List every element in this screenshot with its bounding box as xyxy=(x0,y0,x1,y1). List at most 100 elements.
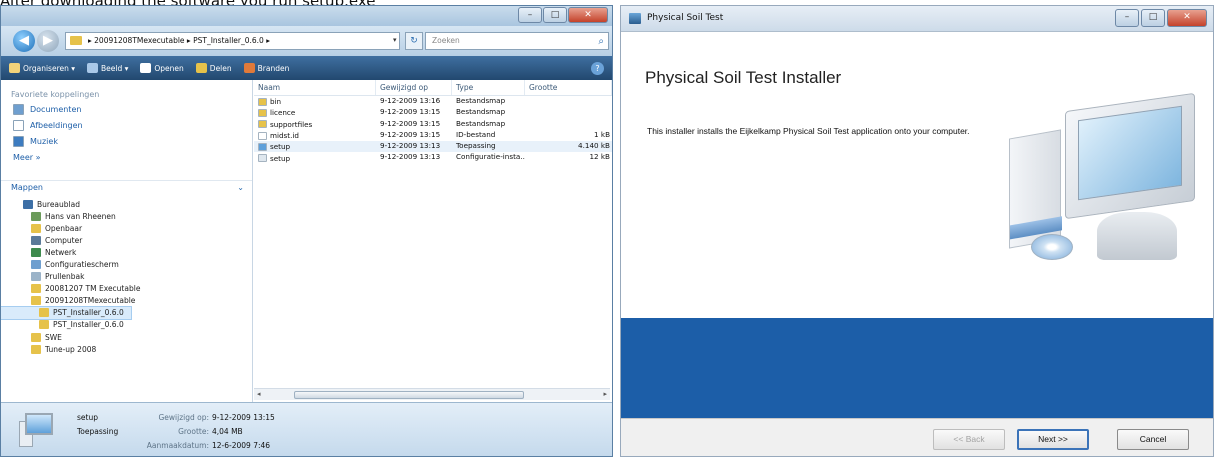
command-label: Delen xyxy=(209,63,232,73)
command-button[interactable]: Openen xyxy=(140,63,184,73)
cancel-button[interactable]: Cancel xyxy=(1117,429,1189,450)
close-button[interactable]: ✕ xyxy=(1167,9,1207,27)
tree-item[interactable]: Netwerk xyxy=(1,246,252,258)
file-name-cell: bin xyxy=(254,96,376,107)
favorite-link[interactable]: Documenten xyxy=(1,99,252,115)
explorer-titlebar[interactable]: – □ ✕ xyxy=(1,6,612,26)
details-created-value: 12-6-2009 7:46 xyxy=(212,441,271,450)
command-button[interactable]: Branden xyxy=(243,63,289,73)
command-button[interactable]: Beeld ▾ xyxy=(87,63,128,73)
details-size-value: 4,04 MB xyxy=(212,427,243,436)
file-date: 9-12-2009 13:13 xyxy=(380,152,441,162)
command-button[interactable]: Delen xyxy=(195,63,232,73)
details-size-label: Grootte: xyxy=(178,427,209,436)
help-icon[interactable]: ? xyxy=(591,61,604,75)
tree-item[interactable]: Configuratiescherm xyxy=(1,258,252,270)
folder-tree: Bureaublad Hans van Rheenen Openbaar Comput… xyxy=(1,198,252,355)
file-type: Configuratie-insta... xyxy=(456,152,525,162)
tree-item[interactable]: SWE xyxy=(1,331,252,343)
folders-header[interactable]: Mappen ⌄ xyxy=(1,180,252,194)
scrollbar-thumb[interactable] xyxy=(294,391,524,399)
column-header[interactable]: Grootte xyxy=(525,80,612,95)
close-button[interactable]: ✕ xyxy=(568,7,608,23)
file-size xyxy=(525,119,612,130)
file-row[interactable]: midst.id 9-12-2009 13:15 ID-bestand 1 kB xyxy=(254,130,612,141)
forward-arrow-icon[interactable]: ▶ xyxy=(37,30,59,52)
minimize-button[interactable]: – xyxy=(1115,9,1139,27)
folders-header-label: Mappen xyxy=(11,183,43,192)
search-input[interactable]: Zoeken ⌕ xyxy=(425,32,609,50)
column-header[interactable]: Type xyxy=(452,80,525,95)
cd-disc-icon xyxy=(1031,234,1073,260)
favorite-link[interactable]: Afbeeldingen xyxy=(1,115,252,131)
folder-icon xyxy=(31,296,41,306)
scroll-left-icon[interactable]: ◂ xyxy=(257,390,261,398)
file-row[interactable]: bin 9-12-2009 13:16 Bestandsmap xyxy=(254,96,612,107)
tree-item[interactable]: 20081207 TM Executable xyxy=(1,283,252,295)
tree-item[interactable]: Bureaublad xyxy=(1,198,252,210)
tree-item-label: Hans van Rheenen xyxy=(45,211,116,221)
file-name-cell: supportfiles xyxy=(254,119,376,130)
folder-icon xyxy=(31,272,41,282)
installer-titlebar[interactable]: Physical Soil Test – □ ✕ xyxy=(621,6,1213,32)
column-header[interactable]: Naam xyxy=(254,80,376,95)
file-date: 9-12-2009 13:15 xyxy=(380,118,441,128)
back-arrow-icon[interactable]: ◀ xyxy=(13,30,35,52)
file-name-cell: setup xyxy=(254,152,376,163)
tree-item-label: Bureaublad xyxy=(37,199,80,209)
tree-item[interactable]: Tune-up 2008 xyxy=(1,343,252,355)
column-header[interactable]: Gewijzigd op xyxy=(376,80,452,95)
folder-icon xyxy=(31,332,41,342)
tree-item[interactable]: Prullenbak xyxy=(1,271,252,283)
minimize-button[interactable]: – xyxy=(518,7,542,23)
tree-item[interactable]: Computer xyxy=(1,234,252,246)
file-name: setup xyxy=(270,153,291,163)
file-row[interactable]: setup 9-12-2009 13:13 Configuratie-insta..… xyxy=(254,152,612,163)
favorite-label: Muziek xyxy=(30,137,58,146)
address-dropdown-icon[interactable]: ▾ xyxy=(393,36,397,44)
file-type: Bestandsmap xyxy=(456,118,506,128)
file-size: 4.140 kB xyxy=(578,141,610,151)
file-date: 9-12-2009 13:16 xyxy=(380,96,441,105)
file-type: Bestandsmap xyxy=(456,107,506,117)
file-size: 12 kB xyxy=(589,152,610,162)
favorite-link[interactable]: Muziek xyxy=(1,131,252,147)
file-type: Toepassing xyxy=(456,141,496,151)
maximize-button[interactable]: □ xyxy=(543,7,567,23)
tree-item[interactable]: Openbaar xyxy=(1,222,252,234)
address-row: ◀ ▶ ▸ 20091208TMexecutable ▸ PST_Install… xyxy=(1,26,612,56)
refresh-icon[interactable]: ↻ xyxy=(405,32,423,50)
folder-icon xyxy=(39,308,49,318)
back-button[interactable]: << Back xyxy=(933,429,1005,450)
file-row[interactable]: supportfiles 9-12-2009 13:15 Bestandsmap xyxy=(254,119,612,130)
tree-item[interactable]: PST_Installer_0.6.0 xyxy=(1,305,132,320)
file-row[interactable]: licence 9-12-2009 13:15 Bestandsmap xyxy=(254,107,612,118)
explorer-window: – □ ✕ ◀ ▶ ▸ 20091208TMexecutable ▸ PST_I… xyxy=(0,5,613,457)
file-icon xyxy=(258,120,267,129)
tree-item-label: Configuratiescherm xyxy=(45,260,119,270)
search-placeholder: Zoeken xyxy=(432,36,460,45)
favorite-icon xyxy=(13,104,24,115)
blue-banner xyxy=(621,318,1213,418)
window-title: Physical Soil Test xyxy=(647,13,724,23)
command-icon xyxy=(195,63,207,73)
next-button[interactable]: Next >> xyxy=(1017,429,1089,450)
folder-icon xyxy=(31,284,41,294)
tree-item[interactable]: PST_Installer_0.6.0 xyxy=(1,319,252,331)
maximize-button[interactable]: □ xyxy=(1141,9,1165,27)
file-icon xyxy=(258,97,267,106)
tree-item-label: Netwerk xyxy=(45,247,77,257)
tree-item[interactable]: 20091208TMexecutable xyxy=(1,295,252,307)
horizontal-scrollbar[interactable]: ◂ ▸ xyxy=(254,388,610,400)
scroll-right-icon[interactable]: ▸ xyxy=(603,390,607,398)
file-name-cell: midst.id xyxy=(254,130,376,141)
folder-icon xyxy=(70,36,82,45)
command-button[interactable]: Organiseren ▾ xyxy=(9,63,75,73)
command-icon xyxy=(243,63,255,73)
file-row[interactable]: setup 9-12-2009 13:13 Toepassing 4.140 kB xyxy=(254,141,612,153)
address-bar[interactable]: ▸ 20091208TMexecutable ▸ PST_Installer_0… xyxy=(65,32,400,50)
tree-item[interactable]: Hans van Rheenen xyxy=(1,210,252,222)
details-file-name: setup xyxy=(77,413,98,422)
folder-icon xyxy=(31,211,41,221)
favorite-link[interactable]: Meer » xyxy=(1,147,252,163)
